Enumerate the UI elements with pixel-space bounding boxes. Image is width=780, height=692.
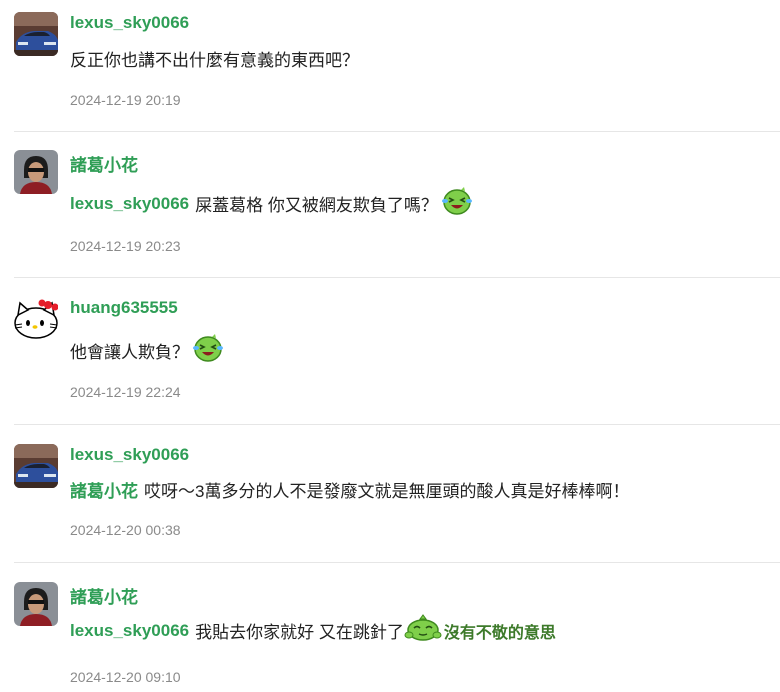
mention-link[interactable]: lexus_sky0066: [70, 194, 189, 214]
comment-timestamp: 2024-12-19 20:23: [70, 238, 181, 254]
mention-link[interactable]: 諸葛小花: [70, 477, 138, 502]
comment-author[interactable]: huang635555: [70, 298, 178, 318]
sticker-caption: 沒有不敬的意思: [443, 624, 556, 642]
comment-body: 反正你也講不出什麼有意義的東西吧？: [70, 51, 359, 70]
comment-text: 反正你也講不出什麼有意義的東西吧？: [70, 46, 359, 71]
comment-author[interactable]: lexus_sky0066: [70, 445, 189, 465]
comment-text: 諸葛小花 哎呀～3萬多分的人不是發廢文就是無厘頭的酸人真是好棒棒啊！: [70, 477, 629, 502]
hello-kitty-avatar[interactable]: [14, 297, 58, 341]
laughing-crying-emoji: [441, 187, 473, 220]
laughing-crying-emoji: [192, 334, 224, 367]
comment-text: lexus_sky0066 屎蓋葛格 你又被網友欺負了嗎？: [70, 187, 473, 220]
comment-body: 屎蓋葛格 你又被網友欺負了嗎？: [195, 196, 438, 215]
comment-body: 哎呀～3萬多分的人不是發廢文就是無厘頭的酸人真是好棒棒啊！: [144, 482, 630, 501]
comment-body: 我貼去你家就好 又在跳針了: [195, 623, 404, 642]
comment-author[interactable]: lexus_sky0066: [70, 13, 189, 33]
comment-text: lexus_sky0066 我貼去你家就好 又在跳針了 沒有不敬的意思: [70, 614, 556, 647]
car-avatar[interactable]: [14, 444, 58, 488]
comment-timestamp: 2024-12-19 22:24: [70, 384, 181, 400]
person-avatar[interactable]: [14, 582, 58, 626]
person-avatar[interactable]: [14, 150, 58, 194]
comment-author[interactable]: 諸葛小花: [70, 583, 138, 608]
car-avatar[interactable]: [14, 12, 58, 56]
comment-timestamp: 2024-12-20 09:10: [70, 669, 181, 685]
divider: [14, 424, 780, 425]
divider: [14, 562, 780, 563]
comment-author[interactable]: 諸葛小花: [70, 151, 138, 176]
comment-body: 他會讓人欺負？: [70, 343, 189, 362]
mention-link[interactable]: lexus_sky0066: [70, 621, 189, 641]
divider: [14, 277, 780, 278]
comment-text: 他會讓人欺負？: [70, 334, 224, 367]
divider: [14, 131, 780, 132]
comment-timestamp: 2024-12-20 00:38: [70, 522, 181, 538]
sticker-emoji: [404, 614, 442, 647]
comment-timestamp: 2024-12-19 20:19: [70, 92, 181, 108]
